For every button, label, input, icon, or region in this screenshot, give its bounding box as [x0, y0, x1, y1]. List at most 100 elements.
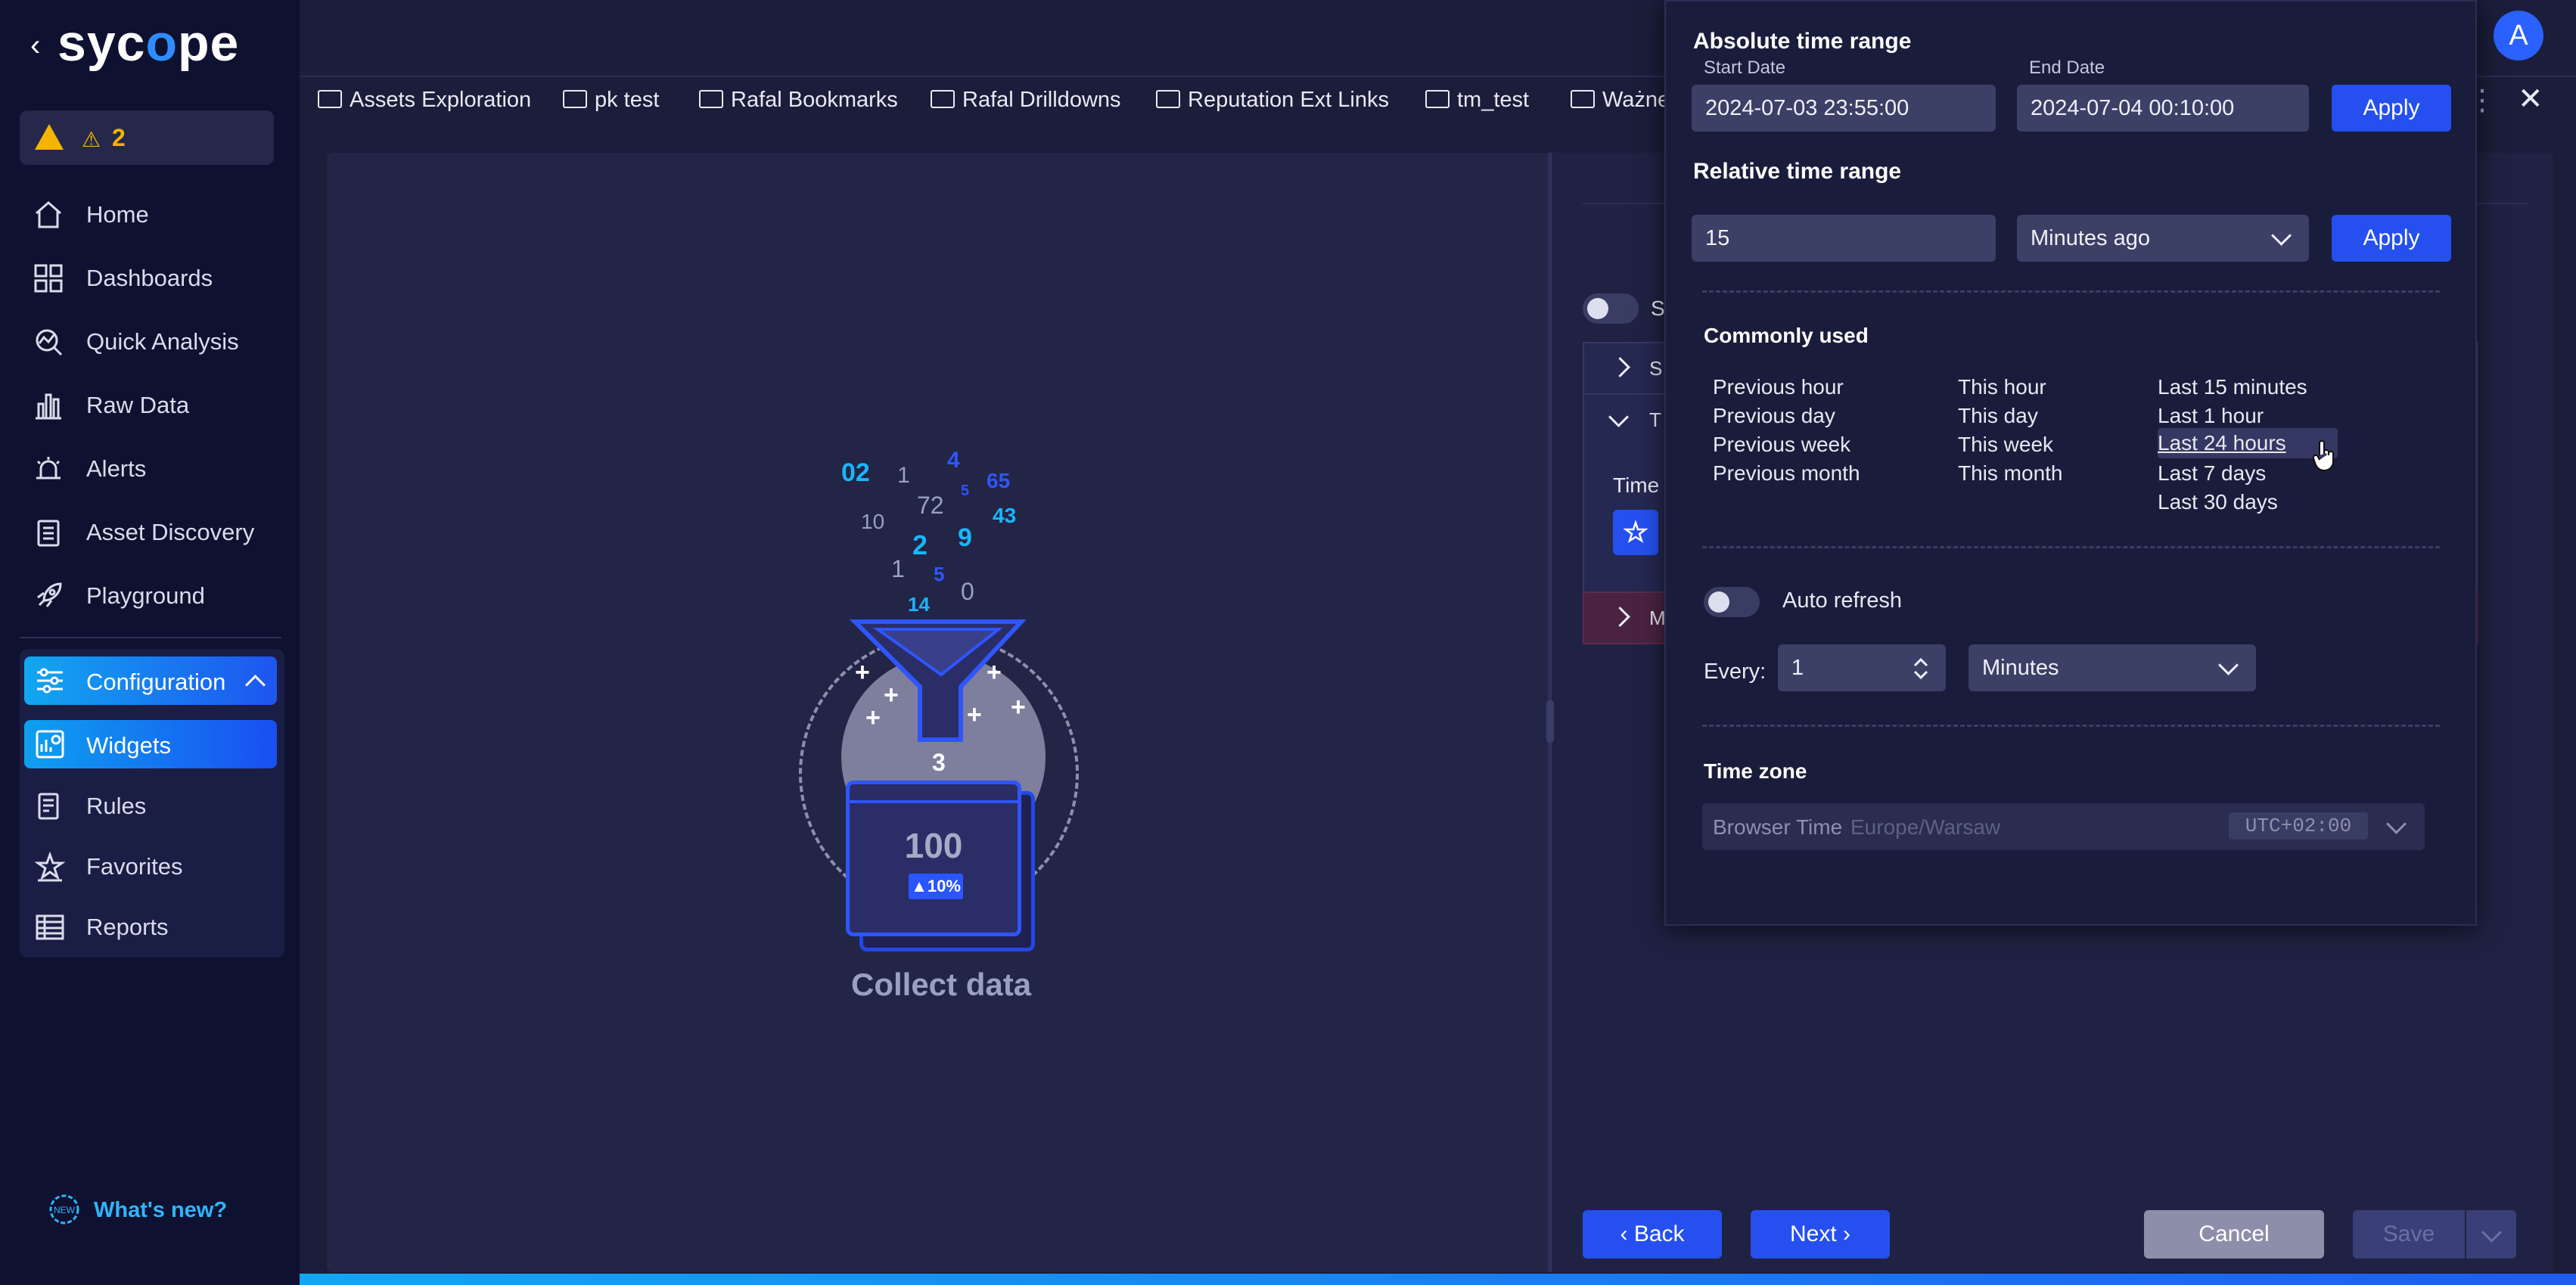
close-icon[interactable]: ✕: [2518, 82, 2543, 116]
cancel-button[interactable]: Cancel: [2144, 1210, 2324, 1259]
bookmark-folder[interactable]: tm_test: [1425, 88, 1529, 113]
quick-range-option[interactable]: This month: [1958, 461, 2063, 486]
stepper-arrows-icon[interactable]: [1913, 656, 1929, 681]
data-number: 1: [897, 463, 910, 488]
relative-value-input[interactable]: 15: [1692, 215, 1996, 262]
quick-range-option[interactable]: This hour: [1958, 375, 2046, 399]
apply-relative-button[interactable]: Apply: [2332, 215, 2451, 262]
save-options-dropdown[interactable]: [2466, 1210, 2516, 1259]
home-icon: [36, 201, 61, 228]
nav-alerts[interactable]: Alerts: [20, 440, 281, 496]
quick-range-option-hovered[interactable]: Last 24 hours: [2158, 428, 2338, 458]
user-avatar[interactable]: A: [2494, 11, 2543, 61]
sycope-logo[interactable]: sycope: [57, 14, 239, 73]
relative-unit-select[interactable]: Minutes ago: [2017, 215, 2309, 262]
quick-range-option[interactable]: Previous month: [1713, 461, 1860, 486]
chevron-up-icon[interactable]: [245, 675, 266, 695]
alarm-icon: [36, 457, 61, 480]
bookmark-folder[interactable]: Ważne: [1571, 88, 1670, 113]
nav-raw-data-label: Raw Data: [86, 392, 190, 418]
quick-range-option[interactable]: This week: [1958, 433, 2053, 457]
nav-dashboards[interactable]: Dashboards: [20, 250, 281, 306]
nav-asset-discovery[interactable]: Asset Discovery: [20, 504, 281, 560]
nav-raw-data[interactable]: Raw Data: [20, 377, 281, 433]
widgets-icon: [36, 730, 64, 759]
clipboard-icon: [37, 520, 60, 547]
folder-icon: [1156, 90, 1180, 108]
bookmark-folder[interactable]: pk test: [563, 88, 659, 113]
nav-favorites[interactable]: Favorites: [24, 838, 277, 894]
nav-rules[interactable]: Rules: [24, 778, 277, 833]
auto-refresh-label: Auto refresh: [1782, 588, 1902, 613]
nav-widgets[interactable]: Widgets: [24, 720, 277, 768]
sidebar-divider: [20, 637, 281, 638]
next-button[interactable]: Next ›: [1751, 1210, 1890, 1259]
quick-range-option[interactable]: Previous hour: [1713, 375, 1844, 399]
quick-range-option[interactable]: Previous day: [1713, 404, 1835, 428]
favorites-time-button[interactable]: [1613, 510, 1658, 555]
nav-rules-label: Rules: [86, 793, 147, 819]
nav-playground-label: Playground: [86, 582, 205, 609]
data-number: 65: [987, 469, 1011, 492]
absolute-range-title: Absolute time range: [1693, 29, 1912, 54]
illustration-caption: Collect data: [851, 967, 1032, 1002]
start-date-input[interactable]: 2024-07-03 23:55:00: [1692, 85, 1996, 132]
end-date-input[interactable]: 2024-07-04 00:10:00: [2017, 85, 2309, 132]
section-divider: [1702, 546, 2440, 548]
quick-range-option[interactable]: This day: [1958, 404, 2038, 428]
quick-range-option[interactable]: Previous week: [1713, 433, 1850, 457]
funnel-output-number: 3: [932, 749, 946, 776]
chevron-right-icon: [1610, 607, 1630, 627]
refresh-interval-input[interactable]: 1: [1778, 644, 1946, 691]
bookmark-folder[interactable]: Rafal Drilldowns: [931, 88, 1121, 113]
time-zone-select[interactable]: Browser Time Europe/Warsaw UTC+02:00: [1702, 803, 2425, 850]
sparkle-plus: +: [865, 703, 881, 732]
panel-toggle[interactable]: [1583, 293, 1639, 324]
illustration-card: 100 ▲10%: [846, 781, 1021, 936]
hand-pointer-icon: [2312, 440, 2334, 472]
sparkle-plus: +: [987, 658, 1002, 687]
toggle-knob: [1708, 591, 1729, 613]
raw-data-icon: [36, 393, 61, 420]
alert-indicator[interactable]: ⚠ 2: [20, 110, 274, 165]
quick-range-option[interactable]: Last 15 minutes: [2158, 375, 2307, 399]
resize-handle[interactable]: [1546, 700, 1554, 743]
quick-range-option[interactable]: Last 1 hour: [2158, 404, 2264, 428]
nav-home[interactable]: Home: [20, 186, 281, 242]
folder-icon: [1425, 90, 1450, 108]
apply-absolute-button[interactable]: Apply: [2332, 85, 2451, 132]
back-chevron-icon[interactable]: ‹: [30, 29, 40, 63]
tz-browser-label: Browser Time: [1713, 815, 1843, 839]
folder-icon: [563, 90, 587, 108]
nav-quick-analysis[interactable]: Quick Analysis: [20, 313, 281, 369]
bookmark-folder[interactable]: Assets Exploration: [318, 88, 531, 113]
nav-configuration[interactable]: Configuration: [24, 656, 277, 705]
back-button[interactable]: ‹ Back: [1583, 1210, 1722, 1259]
data-number: 14: [908, 593, 930, 616]
alert-count: 2: [112, 124, 126, 151]
star-icon: [1624, 520, 1648, 543]
nav-playground[interactable]: Playground: [20, 567, 281, 623]
dashboards-icon: [34, 264, 63, 293]
accordion-label: S: [1649, 357, 1663, 380]
nav-configuration-label: Configuration: [86, 669, 226, 695]
tz-offset-badge: UTC+02:00: [2229, 812, 2368, 840]
star-icon: [35, 852, 65, 882]
nav-reports[interactable]: Reports: [24, 899, 277, 954]
relative-range-title: Relative time range: [1693, 159, 1902, 184]
card-delta: ▲10%: [909, 874, 963, 899]
save-button[interactable]: Save: [2353, 1210, 2465, 1259]
bookmark-folder[interactable]: Rafal Bookmarks: [699, 88, 898, 113]
nav-asset-discovery-label: Asset Discovery: [86, 519, 255, 545]
new-badge-icon[interactable]: NEW: [47, 1192, 82, 1227]
auto-refresh-toggle[interactable]: [1704, 587, 1760, 617]
chevron-left-icon: ‹: [1620, 1221, 1634, 1246]
bookmark-folder[interactable]: Reputation Ext Links: [1156, 88, 1389, 113]
whats-new-link[interactable]: What's new?: [94, 1198, 227, 1223]
accordion-label: M: [1649, 607, 1666, 629]
quick-range-option[interactable]: Last 7 days: [2158, 461, 2266, 486]
refresh-unit-select[interactable]: Minutes: [1969, 644, 2256, 691]
section-divider: [1702, 725, 2440, 727]
quick-range-option[interactable]: Last 30 days: [2158, 490, 2278, 514]
sparkle-plus: +: [884, 681, 899, 709]
